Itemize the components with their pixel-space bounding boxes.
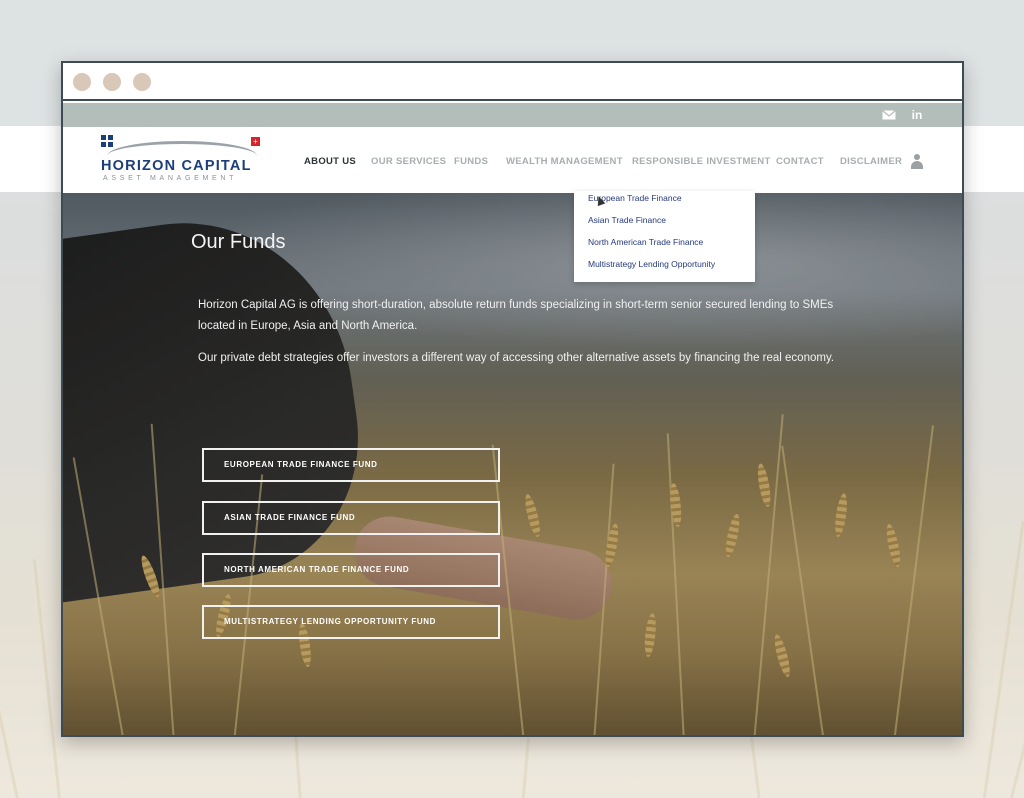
- logo-name: HORIZON CAPITAL: [101, 158, 252, 174]
- window-close-dot[interactable]: [73, 73, 91, 91]
- nav-contact[interactable]: CONTACT: [776, 156, 824, 167]
- nav-about-us[interactable]: ABOUT US: [304, 156, 356, 167]
- window-minimize-dot[interactable]: [103, 73, 121, 91]
- nav-funds[interactable]: FUNDS: [454, 156, 488, 167]
- north-american-trade-finance-fund-button[interactable]: NORTH AMERICAN TRADE FINANCE FUND: [202, 553, 500, 587]
- logo-tagline: ASSET MANAGEMENT: [103, 175, 238, 182]
- asian-trade-finance-fund-button[interactable]: ASIAN TRADE FINANCE FUND: [202, 501, 500, 535]
- nav-responsible-investment[interactable]: RESPONSIBLE INVESTMENT: [632, 156, 771, 167]
- user-icon[interactable]: [911, 154, 923, 170]
- nav-wealth-management[interactable]: WEALTH MANAGEMENT: [506, 156, 623, 167]
- hero-section: Our Funds Horizon Capital AG is offering…: [63, 193, 962, 735]
- linkedin-icon[interactable]: in: [909, 107, 925, 123]
- dropdown-item-north-american-trade-finance[interactable]: North American Trade Finance: [588, 237, 703, 247]
- window-titlebar: [63, 63, 962, 101]
- browser-window: in + HORIZON CAPITAL ASSET MANAGEMENT AB…: [61, 61, 964, 737]
- logo-grid-mark: [101, 135, 113, 147]
- multistrategy-lending-opportunity-fund-button[interactable]: MULTISTRATEGY LENDING OPPORTUNITY FUND: [202, 605, 500, 639]
- horizon-capital-logo[interactable]: + HORIZON CAPITAL ASSET MANAGEMENT: [101, 135, 271, 187]
- window-maximize-dot[interactable]: [133, 73, 151, 91]
- dropdown-item-multistrategy-lending-opportunity[interactable]: Multistrategy Lending Opportunity: [588, 259, 715, 269]
- dropdown-item-asian-trade-finance[interactable]: Asian Trade Finance: [588, 215, 666, 225]
- site-header: + HORIZON CAPITAL ASSET MANAGEMENT ABOUT…: [63, 127, 962, 193]
- swiss-flag-icon: +: [251, 137, 260, 146]
- hero-paragraph-strategy: Our private debt strategies offer invest…: [198, 352, 835, 364]
- hero-paragraph-intro: Horizon Capital AG is offering short-dur…: [198, 299, 834, 332]
- social-topbar: in: [63, 103, 962, 127]
- nav-our-services[interactable]: OUR SERVICES: [371, 156, 446, 167]
- mail-icon[interactable]: [881, 107, 897, 123]
- european-trade-finance-fund-button[interactable]: EUROPEAN TRADE FINANCE FUND: [202, 448, 500, 482]
- hero-title: Our Funds: [191, 231, 286, 253]
- nav-disclaimer[interactable]: DISCLAIMER: [840, 156, 902, 167]
